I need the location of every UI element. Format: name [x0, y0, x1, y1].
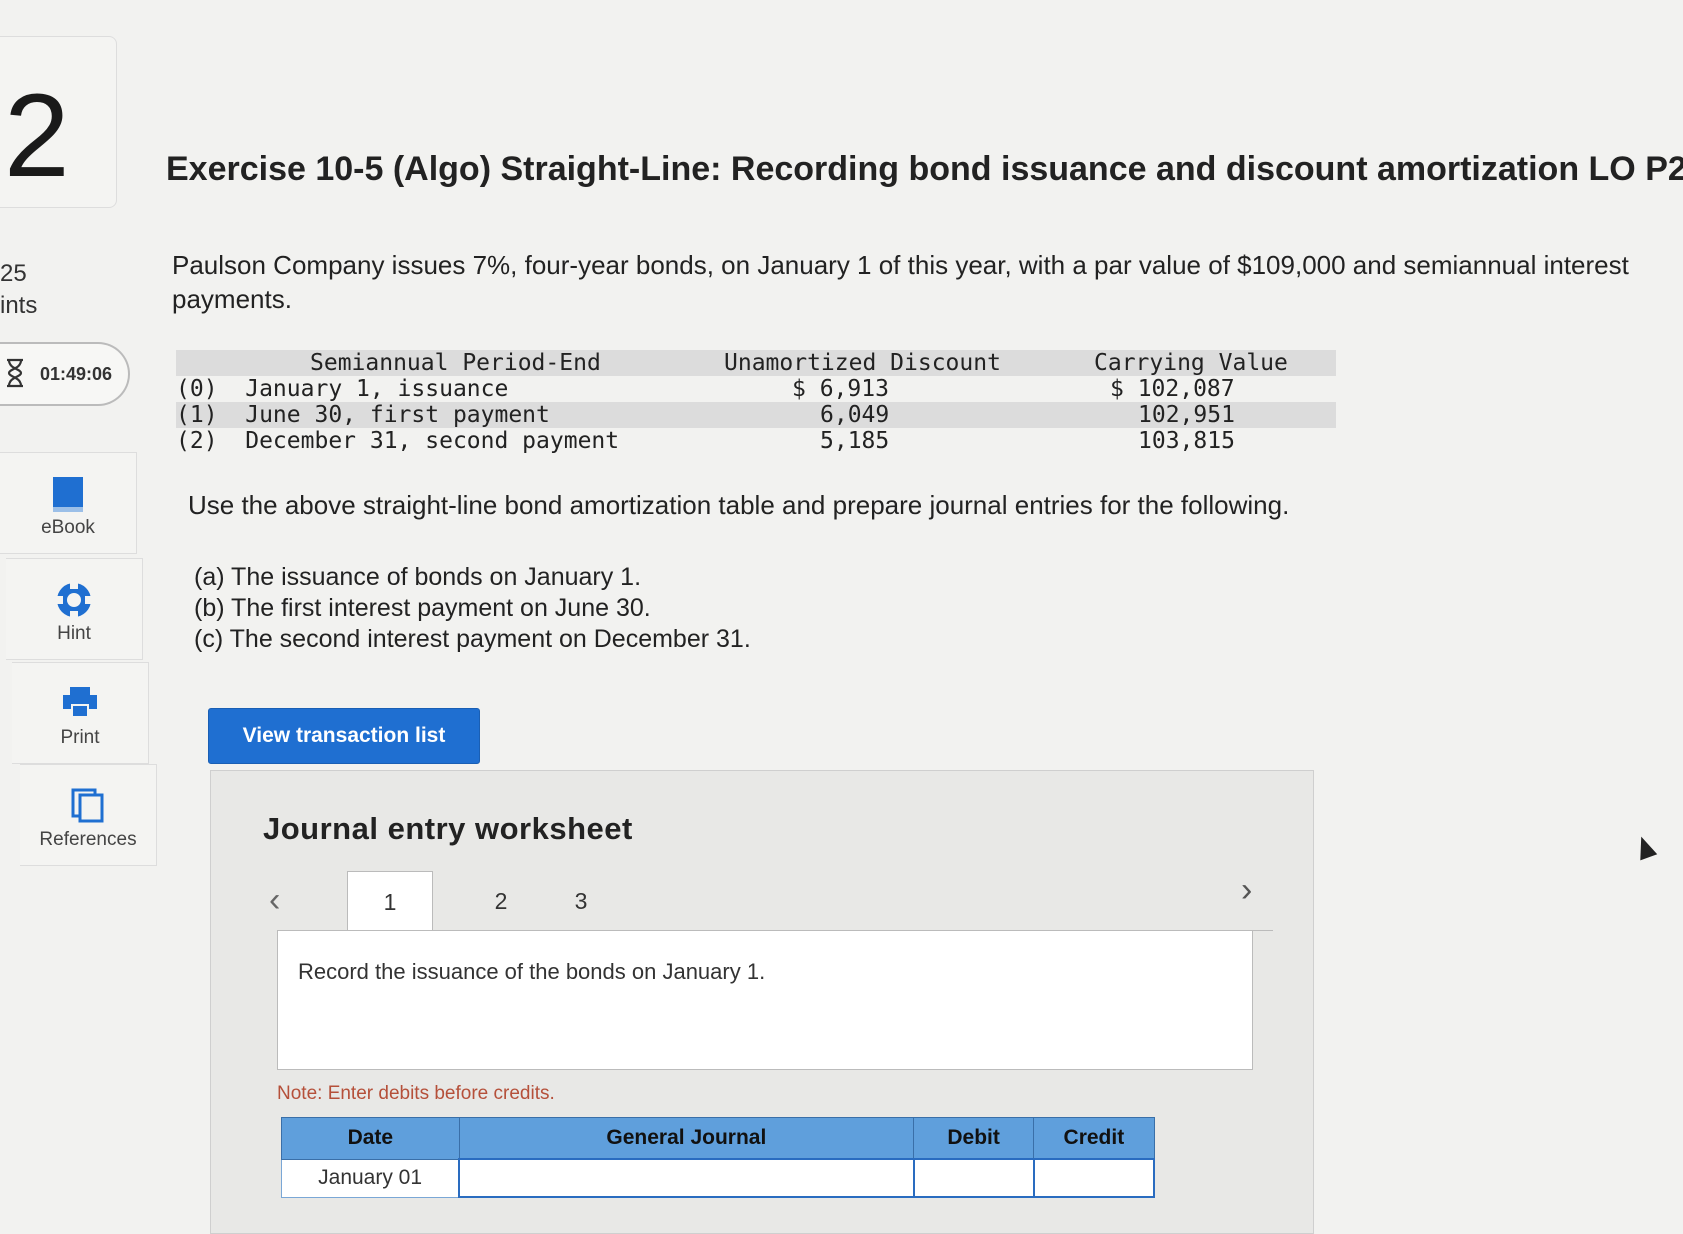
print-button[interactable]: Print: [12, 662, 149, 764]
credit-header: Credit: [1033, 1117, 1155, 1160]
credit-input[interactable]: [1032, 1158, 1156, 1198]
entry-note: Note: Enter debits before credits.: [277, 1083, 555, 1104]
table-row: January 01: [281, 1158, 1156, 1198]
documents-icon: [71, 788, 104, 823]
question-number-box: 2: [0, 36, 117, 208]
debit-input[interactable]: [912, 1158, 1035, 1198]
header-period: Semiannual Period-End: [310, 350, 601, 376]
header-carrying: Carrying Value: [1094, 350, 1288, 376]
row-carrying: 103,815: [1138, 428, 1235, 454]
references-button[interactable]: References: [20, 764, 157, 866]
row-discount: 6,049: [820, 402, 890, 428]
entry-description: Record the issuance of the bonds on Janu…: [298, 959, 766, 984]
lifebuoy-icon: [57, 583, 91, 617]
chevron-right-icon[interactable]: ›: [1241, 871, 1252, 910]
journal-entry-worksheet: Journal entry worksheet ‹ › 1 2 3 Record…: [210, 770, 1314, 1234]
tab-1[interactable]: 1: [347, 871, 433, 932]
debit-header: Debit: [913, 1117, 1035, 1160]
entry-description-box: Record the issuance of the bonds on Janu…: [277, 931, 1253, 1070]
references-label: References: [39, 829, 137, 850]
book-icon: [53, 477, 83, 512]
row-period: (2) December 31, second payment: [176, 428, 620, 454]
ebook-label: eBook: [41, 517, 95, 538]
question-sidebar: 2 25 ints 01:49:06 eBook Hint Print Refe…: [0, 0, 170, 1232]
date-cell[interactable]: January 01: [281, 1158, 460, 1198]
points-label: ints: [0, 292, 38, 319]
points-value: 25: [0, 260, 27, 287]
worksheet-title: Journal entry worksheet: [263, 811, 633, 846]
hint-label: Hint: [57, 623, 91, 644]
general-journal-header: General Journal: [458, 1117, 915, 1160]
exercise-title: Exercise 10-5 (Algo) Straight-Line: Reco…: [166, 150, 1683, 188]
journal-header-row: Date General Journal Debit Credit: [281, 1117, 1155, 1160]
ebook-button[interactable]: eBook: [0, 452, 137, 554]
row-carrying: $ 102,087: [1110, 376, 1235, 402]
question-number: 2: [4, 70, 70, 202]
hourglass-icon: [7, 358, 23, 388]
row-carrying: 102,951: [1138, 402, 1235, 428]
account-select[interactable]: [458, 1158, 915, 1198]
requirement-b: (b) The first interest payment on June 3…: [194, 594, 651, 622]
row-discount: $ 6,913: [792, 376, 889, 402]
print-label: Print: [60, 727, 100, 748]
requirement-c: (c) The second interest payment on Decem…: [194, 625, 751, 653]
requirement-a: (a) The issuance of bonds on January 1.: [194, 563, 642, 591]
instructions: Use the above straight-line bond amortiz…: [188, 490, 1290, 520]
tab-2[interactable]: 2: [481, 871, 521, 931]
tab-3[interactable]: 3: [561, 871, 601, 931]
timer[interactable]: 01:49:06: [0, 342, 130, 406]
printer-icon: [63, 687, 97, 718]
chevron-left-icon[interactable]: ‹: [269, 881, 280, 920]
view-transaction-list-button[interactable]: View transaction list: [208, 708, 480, 764]
row-discount: 5,185: [820, 428, 890, 454]
points-display: 25 ints: [0, 258, 37, 322]
requirements-list: (a) The issuance of bonds on January 1. …: [194, 562, 751, 655]
row-period: (1) June 30, first payment: [176, 402, 550, 428]
row-period: (0) January 1, issuance: [176, 376, 509, 402]
hint-button[interactable]: Hint: [6, 558, 143, 660]
date-header: Date: [281, 1117, 460, 1160]
mouse-cursor-icon: [1632, 833, 1658, 861]
header-discount: Unamortized Discount: [724, 350, 1001, 376]
exercise-intro: Paulson Company issues 7%, four-year bon…: [172, 250, 1629, 314]
timer-value: 01:49:06: [40, 364, 113, 384]
journal-table: Date General Journal Debit Credit Januar…: [281, 1117, 1156, 1198]
